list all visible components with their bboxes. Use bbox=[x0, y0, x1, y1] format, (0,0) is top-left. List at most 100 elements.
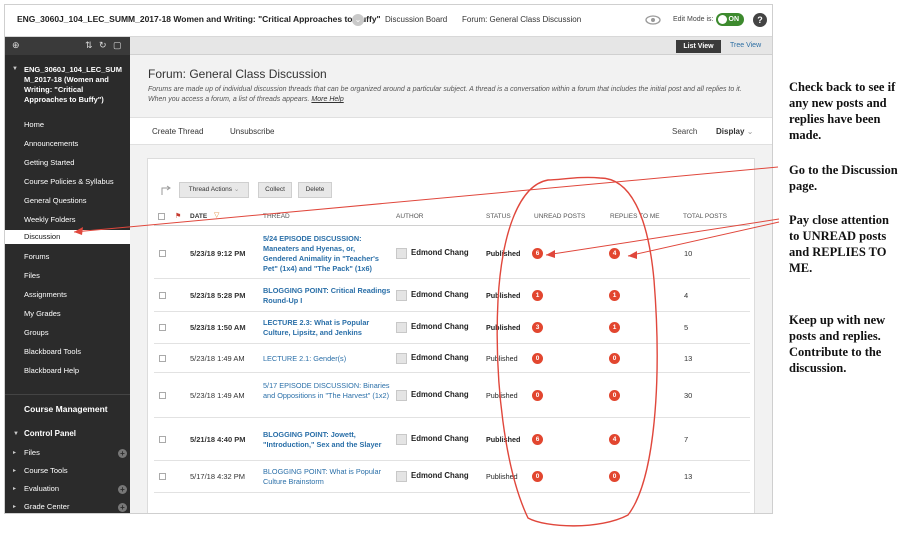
unread-posts-badge[interactable]: 6 bbox=[532, 434, 543, 445]
table-row[interactable]: 5/21/18 4:40 PM BLOGGING POINT: Jowett, "… bbox=[154, 418, 750, 461]
unread-posts-badge[interactable]: 0 bbox=[532, 390, 543, 401]
unread-posts-badge[interactable]: 0 bbox=[532, 471, 543, 482]
sidebar-item-groups[interactable]: Groups bbox=[24, 328, 49, 337]
sort-icon[interactable]: ⇅ bbox=[85, 40, 93, 51]
course-menu-title[interactable]: ENG_3060J_104_LEC_SUM M_2017-18 (Women a… bbox=[24, 65, 124, 105]
table-row[interactable]: 5/23/18 1:49 AM LECTURE 2.1: Gender(s) Edm… bbox=[154, 344, 750, 373]
control-item-evaluation[interactable]: Evaluation bbox=[24, 484, 59, 493]
create-thread-button[interactable]: Create Thread bbox=[152, 127, 203, 136]
column-header-date[interactable]: DATE bbox=[190, 213, 207, 220]
sidebar-item-blackboard-tools[interactable]: Blackboard Tools bbox=[24, 347, 81, 356]
replies-to-me-badge[interactable]: 4 bbox=[609, 248, 620, 259]
replies-to-me-badge[interactable]: 0 bbox=[609, 353, 620, 364]
sidebar-item-announcements[interactable]: Announcements bbox=[24, 139, 78, 148]
display-menu-button[interactable]: Display ⌄ bbox=[716, 127, 753, 136]
breadcrumb-forum[interactable]: Forum: General Class Discussion bbox=[462, 15, 581, 24]
column-header-thread[interactable]: THREAD bbox=[263, 213, 290, 220]
control-item-course-tools[interactable]: Course Tools bbox=[24, 466, 68, 475]
sidebar-item-blackboard-help[interactable]: Blackboard Help bbox=[24, 366, 79, 375]
thread-title-link[interactable]: BLOGGING POINT: Critical Readings Round-… bbox=[263, 286, 391, 306]
search-button[interactable]: Search bbox=[672, 127, 697, 136]
refresh-icon[interactable]: ↻ bbox=[99, 40, 107, 51]
sidebar-item-general-questions[interactable]: General Questions bbox=[24, 196, 87, 205]
unsubscribe-button[interactable]: Unsubscribe bbox=[230, 127, 274, 136]
unread-posts-badge[interactable]: 6 bbox=[532, 248, 543, 259]
expand-caret-icon[interactable]: ▸ bbox=[13, 467, 16, 474]
collect-button[interactable]: Collect bbox=[258, 182, 292, 198]
total-posts-count: 10 bbox=[684, 249, 693, 258]
row-checkbox[interactable] bbox=[159, 392, 166, 399]
replies-to-me-badge[interactable]: 1 bbox=[609, 322, 620, 333]
select-all-checkbox[interactable] bbox=[158, 213, 165, 220]
control-item-files[interactable]: Files bbox=[24, 448, 40, 457]
sidebar-item-weekly-folders[interactable]: Weekly Folders bbox=[24, 215, 76, 224]
replies-to-me-badge[interactable]: 4 bbox=[609, 434, 620, 445]
sidebar-item-home[interactable]: Home bbox=[24, 120, 44, 129]
replies-to-me-badge[interactable]: 0 bbox=[609, 390, 620, 401]
table-row[interactable]: 5/23/18 1:50 AM LECTURE 2.3: What is Popu… bbox=[154, 312, 750, 344]
list-view-button[interactable]: List View bbox=[676, 40, 721, 53]
control-item-grade-center[interactable]: Grade Center bbox=[24, 502, 69, 511]
collapse-caret-icon[interactable]: ▼ bbox=[12, 66, 18, 72]
sidebar-item-my-grades[interactable]: My Grades bbox=[24, 309, 61, 318]
table-row[interactable]: 5/23/18 1:49 AM 5/17 EPISODE DISCUSSION: … bbox=[154, 373, 750, 418]
unread-posts-badge[interactable]: 0 bbox=[532, 353, 543, 364]
expand-plus-icon[interactable]: + bbox=[118, 449, 127, 458]
add-icon[interactable]: ⊕ bbox=[12, 40, 20, 51]
tree-view-link[interactable]: Tree View bbox=[730, 42, 761, 49]
table-row[interactable]: 5/17/18 4:32 PM BLOGGING POINT: What is P… bbox=[154, 461, 750, 493]
replies-to-me-badge[interactable]: 1 bbox=[609, 290, 620, 301]
replies-to-me-badge[interactable]: 0 bbox=[609, 471, 620, 482]
row-checkbox[interactable] bbox=[159, 436, 166, 443]
thread-title-link[interactable]: LECTURE 2.1: Gender(s) bbox=[263, 354, 391, 364]
window-icon[interactable]: ▢ bbox=[113, 40, 122, 51]
thread-title-link[interactable]: 5/24 EPISODE DISCUSSION: Maneaters and H… bbox=[263, 234, 391, 274]
sidebar-item-forums[interactable]: Forums bbox=[24, 252, 49, 261]
expand-caret-icon[interactable]: ▸ bbox=[13, 503, 16, 510]
expand-plus-icon[interactable]: + bbox=[118, 503, 127, 512]
select-arrow-icon bbox=[161, 185, 171, 195]
delete-button[interactable]: Delete bbox=[298, 182, 332, 198]
more-help-link[interactable]: More Help bbox=[311, 96, 343, 103]
row-checkbox[interactable] bbox=[159, 250, 166, 257]
thread-title-link[interactable]: BLOGGING POINT: Jowett, "Introduction," … bbox=[263, 430, 391, 450]
status-text: Published bbox=[486, 391, 518, 400]
sidebar-item-course-policies[interactable]: Course Policies & Syllabus bbox=[24, 177, 114, 186]
column-header-status[interactable]: STATUS bbox=[486, 213, 511, 220]
expand-caret-icon[interactable]: ▸ bbox=[13, 485, 16, 492]
row-checkbox[interactable] bbox=[159, 473, 166, 480]
help-icon[interactable]: ? bbox=[753, 13, 767, 27]
divider bbox=[5, 394, 130, 395]
sidebar-item-files[interactable]: Files bbox=[24, 271, 40, 280]
breadcrumb-discussion-board[interactable]: Discussion Board bbox=[385, 15, 447, 24]
control-panel-header[interactable]: Control Panel bbox=[24, 429, 76, 438]
collapse-caret-icon[interactable]: ▼ bbox=[13, 431, 19, 437]
column-header-total-posts[interactable]: TOTAL POSTS bbox=[683, 213, 727, 220]
expand-caret-icon[interactable]: ▸ bbox=[13, 449, 16, 456]
flag-icon[interactable]: ⚑ bbox=[175, 212, 181, 220]
forum-description: Forums are made up of individual discuss… bbox=[148, 85, 758, 105]
expand-plus-icon[interactable]: + bbox=[118, 485, 127, 494]
row-checkbox[interactable] bbox=[159, 355, 166, 362]
row-checkbox[interactable] bbox=[159, 292, 166, 299]
sort-descending-icon[interactable]: ▽ bbox=[214, 211, 219, 219]
chevron-down-icon[interactable]: ⌄ bbox=[352, 14, 364, 26]
row-checkbox[interactable] bbox=[159, 324, 166, 331]
sidebar-item-getting-started[interactable]: Getting Started bbox=[24, 158, 74, 167]
column-header-author[interactable]: AUTHOR bbox=[396, 213, 423, 220]
table-row[interactable]: 5/23/18 9:12 PM 5/24 EPISODE DISCUSSION: … bbox=[154, 228, 750, 279]
eye-icon[interactable] bbox=[645, 14, 661, 26]
thread-actions-button[interactable]: Thread Actions ⌄ bbox=[179, 182, 249, 198]
unread-posts-badge[interactable]: 1 bbox=[532, 290, 543, 301]
thread-title-link[interactable]: BLOGGING POINT: What is Popular Culture … bbox=[263, 467, 391, 487]
unread-posts-badge[interactable]: 3 bbox=[532, 322, 543, 333]
column-header-replies-to-me[interactable]: REPLIES TO ME bbox=[610, 213, 660, 220]
breadcrumb-course[interactable]: ENG_3060J_104_LEC_SUMM_2017-18 Women and… bbox=[17, 14, 381, 24]
thread-title-link[interactable]: LECTURE 2.3: What is Popular Culture, Li… bbox=[263, 318, 391, 338]
thread-title-link[interactable]: 5/17 EPISODE DISCUSSION: Binaries and Op… bbox=[263, 381, 391, 401]
edit-mode-toggle[interactable]: ON bbox=[716, 13, 744, 26]
table-row[interactable]: 5/23/18 5:28 PM BLOGGING POINT: Critical … bbox=[154, 279, 750, 312]
sidebar-item-discussion[interactable]: Discussion bbox=[5, 230, 130, 244]
column-header-unread-posts[interactable]: UNREAD POSTS bbox=[534, 213, 585, 220]
sidebar-item-assignments[interactable]: Assignments bbox=[24, 290, 67, 299]
